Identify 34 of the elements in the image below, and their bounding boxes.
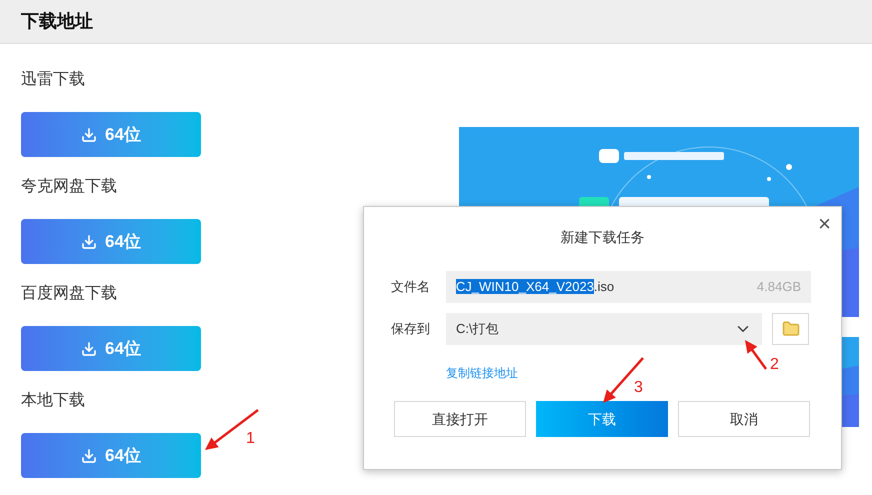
annotation-arrow <box>205 409 259 450</box>
dialog-button[interactable]: 取消 <box>678 401 810 437</box>
section-label: 夸克网盘下载 <box>21 176 117 197</box>
close-button[interactable]: × <box>818 213 831 235</box>
download-button[interactable]: 64位 <box>21 326 201 371</box>
field-label: 文件名 <box>390 278 431 296</box>
dialog-title: 新建下载任务 <box>560 228 644 246</box>
section-label: 百度网盘下载 <box>21 284 117 304</box>
download-button[interactable]: 64位 <box>21 112 201 157</box>
annotation-number: 3 <box>634 380 643 396</box>
folder-button[interactable] <box>772 313 809 345</box>
annotation-number: 1 <box>246 431 255 447</box>
dialog-button[interactable]: 直接打开 <box>394 401 526 437</box>
download-button[interactable]: 64位 <box>21 219 201 264</box>
download-icon <box>81 340 98 356</box>
download-icon <box>81 448 98 464</box>
section-label: 迅雷下载 <box>21 70 85 90</box>
filename-text: CJ_WIN10_X64_V2023.iso <box>456 278 614 296</box>
save-path-dropdown[interactable]: C:\打包 <box>446 313 762 345</box>
annotation-number: 2 <box>770 357 779 373</box>
download-button[interactable]: 64位 <box>21 433 201 478</box>
download-icon <box>81 234 98 250</box>
folder-icon <box>782 320 800 338</box>
filename-field[interactable]: CJ_WIN10_X64_V2023.iso 4.84GB <box>446 271 811 303</box>
download-button[interactable]: 下载 <box>536 401 668 437</box>
section-label: 本地下载 <box>21 390 85 411</box>
copy-link[interactable]: 复制链接地址 <box>446 364 518 382</box>
file-size: 4.84GB <box>756 278 801 296</box>
annotation-arrow <box>745 340 768 370</box>
save-path-text: C:\打包 <box>456 320 499 338</box>
field-label: 保存到 <box>390 320 431 338</box>
page-title: 下载地址 <box>21 10 93 33</box>
download-icon <box>81 126 98 142</box>
annotation-arrow <box>603 357 644 403</box>
